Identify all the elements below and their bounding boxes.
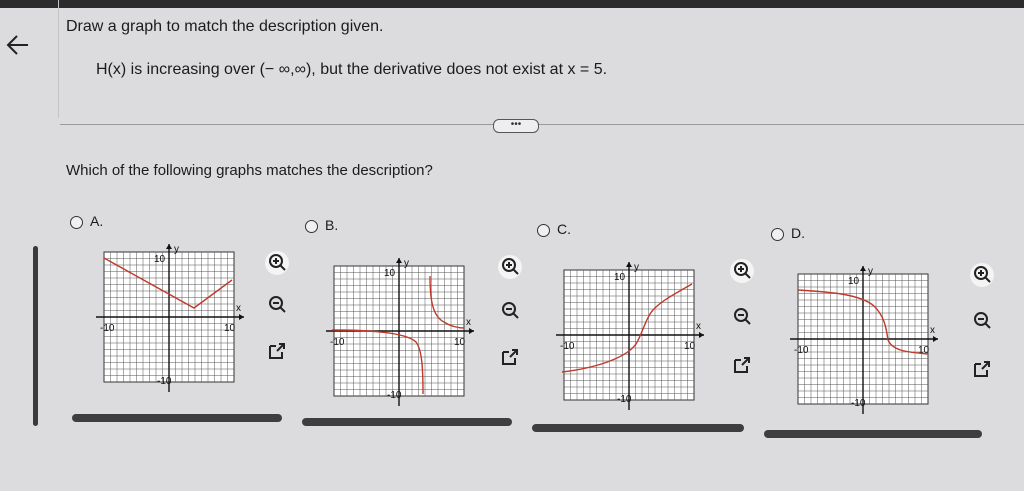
zoom-out-icon[interactable] [264,292,290,318]
arrow-left-icon[interactable] [2,28,36,62]
y-axis-label: y [868,266,873,277]
x-tick-max: 10 [684,341,696,352]
zoom-out-icon[interactable] [497,298,523,324]
problem-description: H(x) is increasing over (− ∞,∞), but the… [96,61,608,78]
y-tick-max: 10 [384,268,396,279]
zoom-in-icon[interactable] [729,258,755,284]
graph-option-a[interactable]: yx10-10-10 10 [96,244,246,394]
scrollbar[interactable] [33,246,38,426]
y-axis-arrow [166,244,172,249]
more-button[interactable]: ••• [493,119,539,133]
zoom-in-icon[interactable] [497,254,523,280]
option-d-underline [764,430,982,438]
question-text: Which of the following graphs matches th… [66,162,433,179]
y-tick-min: -10 [617,394,632,405]
x-axis-arrow [239,314,244,320]
zoom-in-icon[interactable] [969,262,995,288]
y-tick-max: 10 [848,276,860,287]
y-axis-label: y [404,258,409,269]
option-a-label: A. [90,213,104,229]
y-axis-label: y [634,262,639,273]
x-axis-label: x [236,303,241,314]
y-tick-min: -10 [851,398,866,409]
y-tick-min: -10 [387,390,402,401]
pop-out-icon[interactable] [969,356,995,382]
x-tick-min: -10 [794,345,809,356]
x-axis-arrow [933,336,938,342]
pop-out-icon[interactable] [264,338,290,364]
radio-option-d[interactable] [771,228,784,241]
zoom-out-icon[interactable] [969,308,995,334]
option-c-label: C. [557,221,571,237]
x-tick-max: 10 [224,323,236,334]
pop-out-icon[interactable] [497,344,523,370]
option-b-underline [302,418,512,426]
panel-divider [58,0,59,118]
x-tick-min: -10 [100,323,115,334]
x-tick-max: 10 [454,337,466,348]
x-tick-min: -10 [560,341,575,352]
top-bar [0,0,1024,8]
option-a-underline [72,414,282,422]
x-tick-min: -10 [330,337,345,348]
x-axis-arrow [699,332,704,338]
option-b-label: B. [325,217,339,233]
y-axis-arrow [626,262,632,267]
y-tick-max: 10 [614,272,626,283]
y-axis-arrow [860,266,866,271]
y-axis-arrow [396,258,402,263]
graph-option-c[interactable]: yx10-10-10 10 [556,262,706,412]
graph-option-b[interactable]: yx10-10-10 10 [326,258,476,408]
x-axis-label: x [466,317,471,328]
x-axis-arrow [469,328,474,334]
radio-option-c[interactable] [537,224,550,237]
y-axis-label: y [174,244,179,255]
instruction-text: Draw a graph to match the description gi… [66,18,384,35]
x-axis-label: x [930,325,935,336]
zoom-out-icon[interactable] [729,304,755,330]
y-tick-min: -10 [157,376,172,387]
section-divider [60,124,1024,125]
zoom-in-icon[interactable] [264,250,290,276]
option-d-label: D. [791,225,805,241]
pop-out-icon[interactable] [729,352,755,378]
radio-option-a[interactable] [70,216,83,229]
radio-option-b[interactable] [305,220,318,233]
graph-option-d[interactable]: yx10-10-10 10 [790,266,940,416]
y-tick-max: 10 [154,254,166,265]
x-axis-label: x [696,321,701,332]
option-c-underline [532,424,744,432]
